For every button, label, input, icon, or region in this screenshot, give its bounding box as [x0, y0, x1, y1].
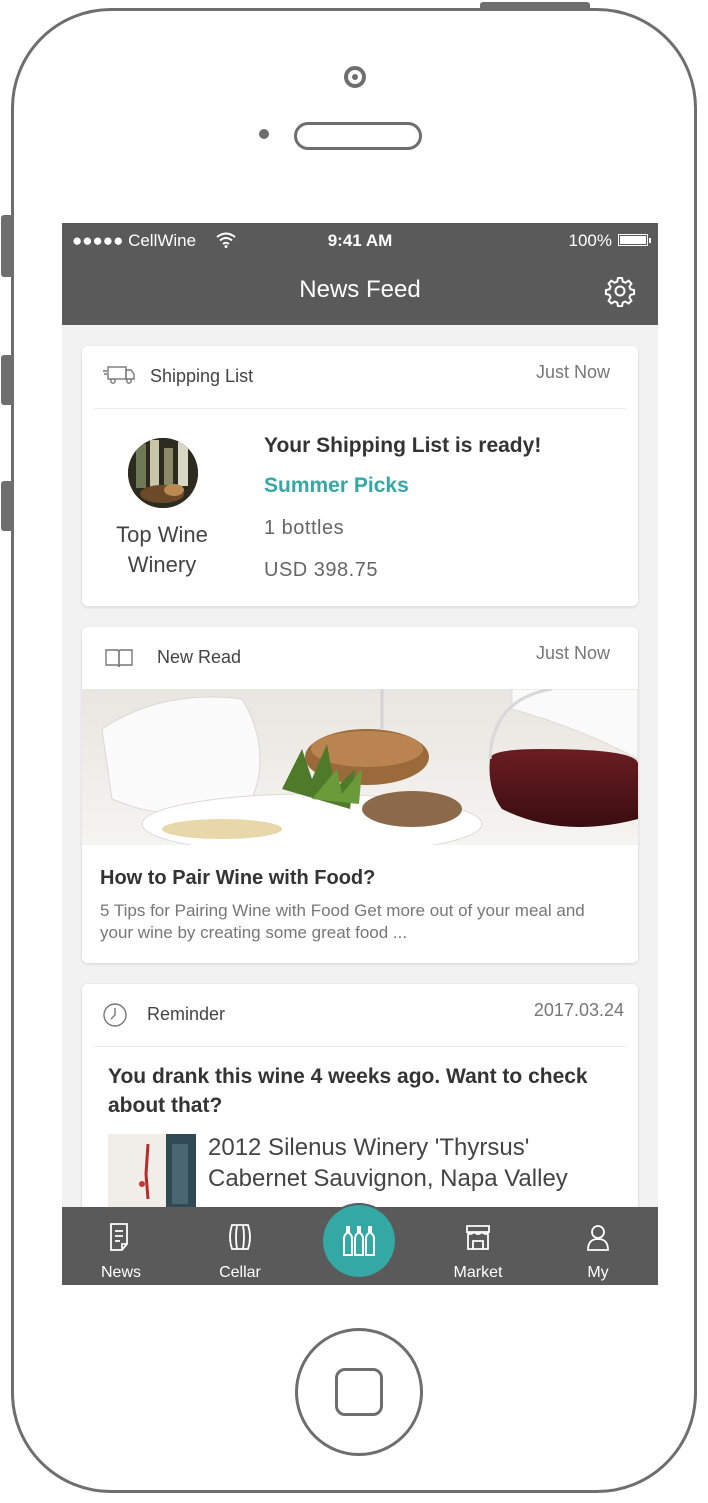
card-header: New Read Just Now — [82, 627, 638, 689]
tab-cellar[interactable]: Cellar — [200, 1207, 280, 1285]
battery-icon — [618, 234, 651, 246]
nav-bar: News Feed — [62, 257, 658, 325]
winery-name: Top Wine Winery — [116, 522, 208, 577]
news-icon — [110, 1223, 128, 1251]
card-time: Just Now — [535, 643, 610, 663]
earpiece-speaker — [294, 122, 422, 150]
store-icon — [466, 1225, 490, 1250]
new-read-card[interactable]: New Read Just Now How to Pair Wine with … — [82, 627, 638, 963]
book-icon — [105, 649, 133, 668]
proximity-sensor — [259, 129, 269, 139]
barrel-icon — [229, 1224, 251, 1250]
reminder-date: 2017.03.24 — [533, 1000, 624, 1020]
tab-bar: News Cellar Market My — [62, 1205, 658, 1285]
battery-percent: 100% — [568, 231, 612, 250]
person-icon — [587, 1225, 609, 1251]
article-hero-image[interactable] — [82, 689, 638, 845]
home-button[interactable] — [295, 1328, 423, 1456]
tab-label: Cellar — [219, 1264, 261, 1281]
tab-market[interactable]: Market — [438, 1207, 518, 1285]
card-time: Just Now — [535, 362, 610, 382]
winery-avatar[interactable] — [128, 438, 198, 508]
tab-bottles[interactable] — [323, 1205, 395, 1277]
list-name-link[interactable]: Summer Picks — [264, 474, 409, 498]
tab-label: News — [100, 1264, 141, 1281]
article-summary: 5 Tips for Pairing Wine with Food Get mo… — [100, 901, 585, 942]
total-price: USD 398.75 — [264, 559, 378, 581]
card-header: Shipping List Just Now — [82, 346, 638, 408]
front-camera — [344, 66, 366, 88]
reminder-question: You drank this wine 4 weeks ago. Want to… — [108, 1065, 588, 1117]
gear-icon[interactable] — [604, 275, 636, 307]
tab-my[interactable]: My — [558, 1207, 638, 1285]
tab-label: My — [587, 1264, 609, 1281]
tab-news[interactable]: News — [81, 1207, 161, 1285]
page-title: News Feed — [299, 276, 421, 303]
card-label: Reminder — [147, 1004, 226, 1024]
shipping-list-card[interactable]: Shipping List Just Now Top Wine Winery Y… — [82, 346, 638, 606]
truck-icon — [103, 366, 135, 384]
home-button-square — [335, 1368, 383, 1416]
divider — [94, 1046, 626, 1047]
card-label: New Read — [157, 647, 242, 667]
card-header: Reminder 2017.03.24 — [82, 984, 638, 1046]
bottles-icon — [343, 1226, 375, 1256]
clock-icon — [103, 1003, 127, 1027]
tab-label: Market — [453, 1264, 503, 1281]
card-label: Shipping List — [150, 366, 254, 386]
divider — [94, 408, 626, 409]
app-screen: ●●●●● CellWine 9:41 AM 100% News Feed Sh… — [62, 223, 658, 1285]
shipping-title: Your Shipping List is ready! — [264, 434, 542, 457]
wine-thumbnail[interactable] — [108, 1134, 196, 1214]
bottle-count: 1 bottles — [264, 517, 345, 539]
status-bar: ●●●●● CellWine 9:41 AM 100% — [62, 223, 658, 257]
article-title[interactable]: How to Pair Wine with Food? — [100, 867, 375, 890]
wine-name[interactable]: 2012 Silenus Winery 'Thyrsus' Cabernet S… — [208, 1132, 618, 1194]
